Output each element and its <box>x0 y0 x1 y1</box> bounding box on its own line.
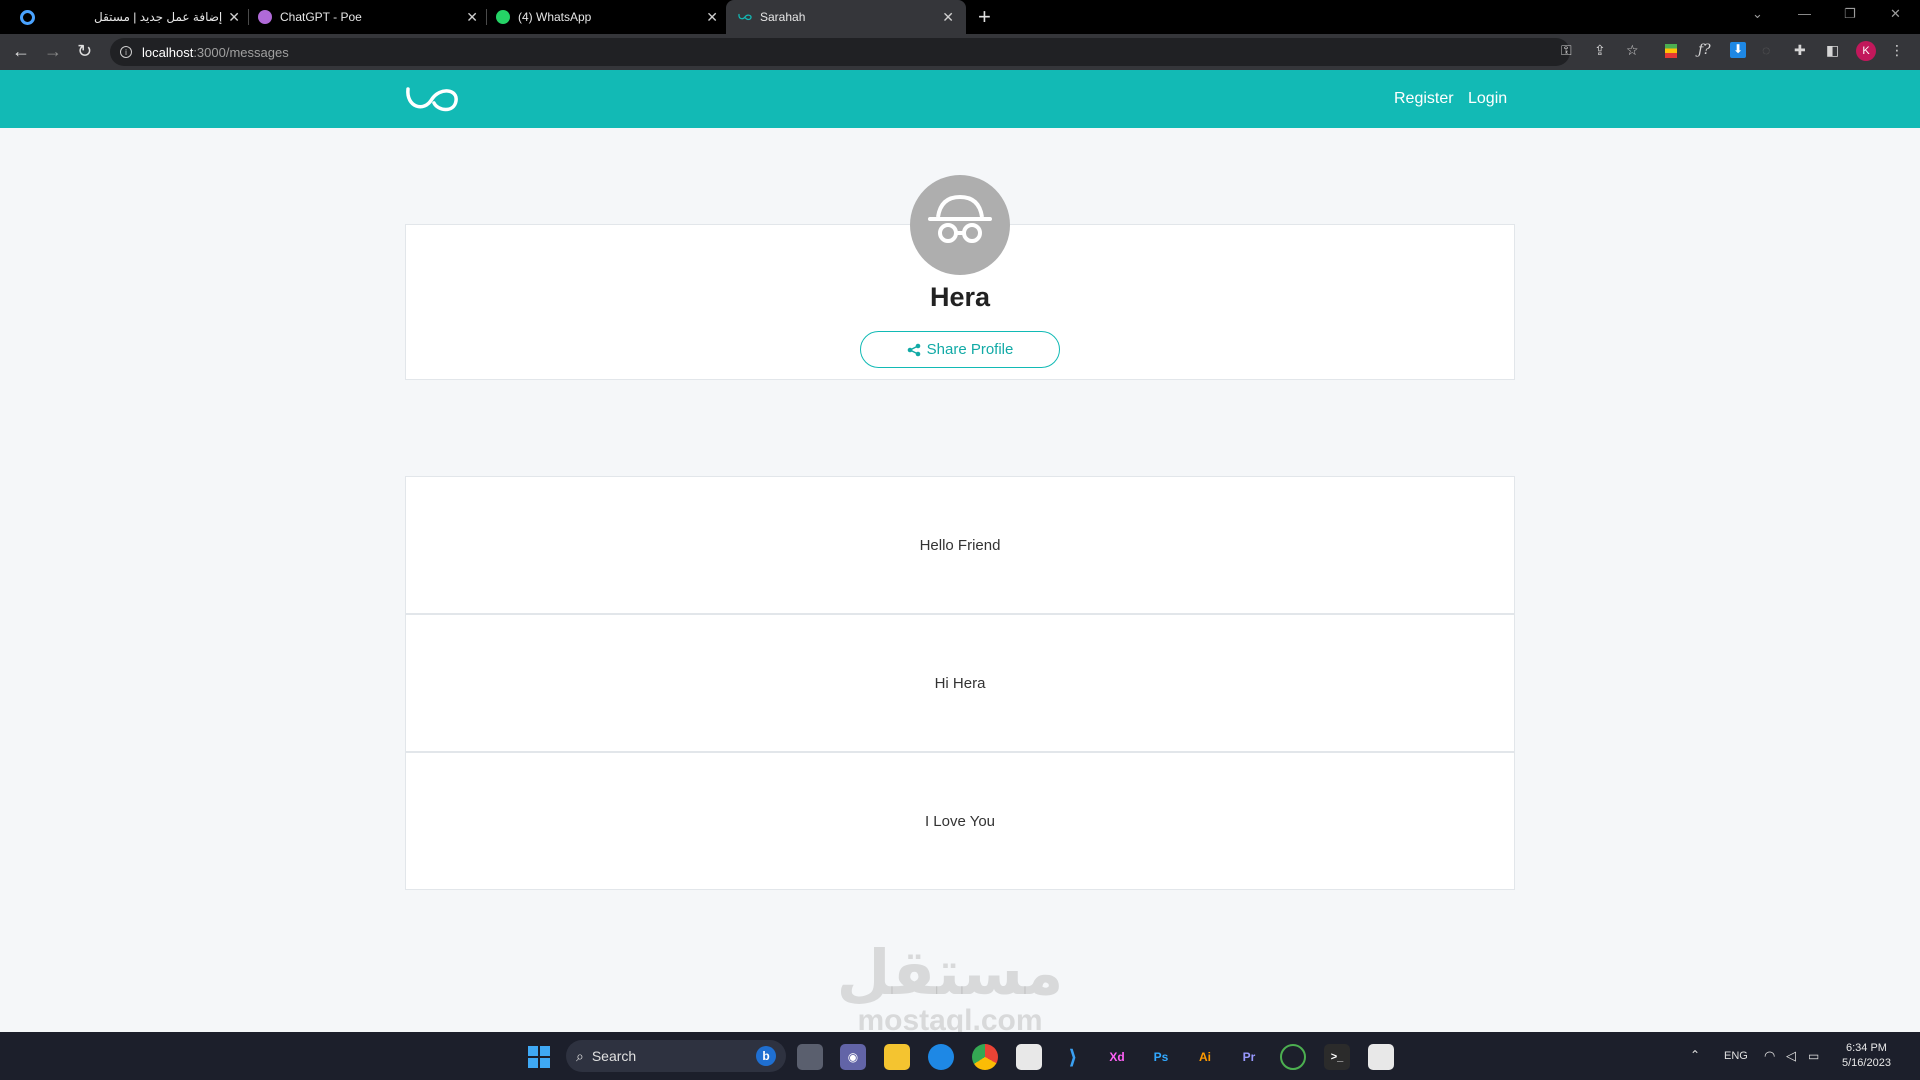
avatar <box>910 175 1010 275</box>
windows-taskbar: ⌕ Search b ◉ ⟩ Xd Ps Ai Pr >_ ⌃ ENG ◠ ◁ … <box>0 1032 1920 1080</box>
message-text: Hi Hera <box>934 674 986 692</box>
site-info-icon[interactable]: i <box>120 46 132 58</box>
teams-chat-icon[interactable]: ◉ <box>840 1044 866 1070</box>
message-card: Hi Hera <box>405 614 1515 752</box>
message-text: Hello Friend <box>919 536 1001 554</box>
premiere-icon[interactable]: Pr <box>1236 1044 1262 1070</box>
watermark-arabic: مستقل <box>836 936 1064 1009</box>
forward-arrow-icon[interactable]: → <box>44 41 62 62</box>
site-navbar: Register Login <box>0 70 1920 128</box>
message-card: Hello Friend <box>405 476 1515 614</box>
tab-title: إضافة عمل جديد | مستقل <box>94 10 223 24</box>
restore-icon[interactable]: ❐ <box>1844 6 1856 22</box>
terminal-icon[interactable]: >_ <box>1324 1044 1350 1070</box>
back-arrow-icon[interactable]: ← <box>12 41 30 62</box>
register-link[interactable]: Register <box>1394 90 1454 108</box>
extension-disabled-icon[interactable]: ◌ <box>1762 42 1770 58</box>
ms-store-icon[interactable] <box>1016 1044 1042 1070</box>
tab-separator <box>248 9 249 25</box>
profile-name: Hera <box>929 282 991 312</box>
url-path: :3000/messages <box>193 44 289 60</box>
bookmark-star-icon[interactable]: ☆ <box>1626 42 1639 59</box>
taskbar-search-label: Search <box>591 1048 637 1064</box>
camtasia-icon[interactable] <box>1280 1044 1306 1070</box>
tab-search-icon[interactable]: ⌄ <box>1752 6 1763 22</box>
browser-tab-strip: إضافة عمل جديد | مستقل ✕ ChatGPT - Poe ✕… <box>0 0 1920 34</box>
incognito-icon <box>928 194 992 243</box>
clock-time: 6:34 PM <box>1845 1042 1887 1054</box>
tab-whatsapp[interactable]: (4) WhatsApp ✕ <box>496 0 718 34</box>
close-icon[interactable]: ✕ <box>466 9 478 26</box>
close-icon[interactable]: ✕ <box>942 9 954 26</box>
bing-icon[interactable]: b <box>756 1046 776 1066</box>
close-icon[interactable]: ✕ <box>706 9 718 26</box>
whatsapp-favicon-icon <box>496 10 510 24</box>
poe-favicon-icon <box>258 10 272 24</box>
photoshop-icon[interactable]: Ps <box>1148 1044 1174 1070</box>
browser-toolbar: ← → ↻ i localhost:3000/messages ⚿ ⇪ ☆ ƒ?… <box>0 34 1920 70</box>
side-panel-icon[interactable]: ◧ <box>1826 42 1839 59</box>
taskbar-search[interactable]: ⌕ Search b <box>566 1040 786 1072</box>
key-icon[interactable]: ⚿ <box>1561 42 1572 59</box>
vscode-icon[interactable]: ⟩ <box>1060 1044 1086 1070</box>
tray-overflow-icon[interactable]: ⌃ <box>1690 1048 1700 1062</box>
task-view-icon[interactable] <box>797 1044 823 1070</box>
volume-icon[interactable]: ◁ <box>1786 1048 1796 1064</box>
minimize-icon[interactable]: — <box>1798 6 1811 21</box>
download-extension-icon[interactable]: ⬇ <box>1730 42 1746 58</box>
edge-browser-icon[interactable] <box>928 1044 954 1070</box>
ps-label: Ps <box>1153 1050 1169 1064</box>
clock-date: 5/16/2023 <box>1842 1057 1891 1069</box>
pr-label: Pr <box>1242 1050 1256 1064</box>
login-link[interactable]: Login <box>1468 90 1507 108</box>
close-icon[interactable]: ✕ <box>228 9 240 26</box>
file-explorer-icon[interactable] <box>884 1044 910 1070</box>
sarahah-favicon-icon <box>738 13 752 21</box>
extensions-puzzle-icon[interactable]: ✚ <box>1794 42 1806 59</box>
profile-avatar[interactable]: K <box>1856 41 1876 61</box>
language-indicator[interactable]: ENG <box>1724 1050 1748 1062</box>
tab-title: (4) WhatsApp <box>518 10 592 24</box>
snipping-tool-icon[interactable] <box>1368 1044 1394 1070</box>
share-profile-button[interactable]: Share Profile <box>860 331 1060 368</box>
wifi-icon[interactable]: ◠ <box>1764 1048 1775 1064</box>
mostaql-watermark: مستقل mostaql.com <box>820 940 1080 1036</box>
window-close-icon[interactable]: ✕ <box>1890 6 1901 22</box>
sarahah-logo[interactable] <box>404 83 460 115</box>
tab-mostaql[interactable]: إضافة عمل جديد | مستقل ✕ <box>90 0 240 34</box>
message-card: I Love You <box>405 752 1515 890</box>
xd-label: Xd <box>1109 1050 1125 1064</box>
reload-icon[interactable]: ↻ <box>77 41 92 62</box>
address-bar[interactable]: i localhost:3000/messages <box>110 38 1570 66</box>
taskbar-clock[interactable]: 6:34 PM 5/16/2023 <box>1842 1041 1891 1071</box>
tab-sarahah[interactable]: Sarahah ✕ <box>726 0 966 34</box>
search-icon: ⌕ <box>576 1047 584 1064</box>
extension-formula-icon[interactable]: ƒ? <box>1698 42 1711 58</box>
ai-label: Ai <box>1199 1050 1211 1064</box>
tab-separator <box>486 9 487 25</box>
url-host: localhost <box>142 44 194 60</box>
share-icon <box>907 343 920 356</box>
tab-title: Sarahah <box>760 10 806 24</box>
new-tab-icon[interactable]: + <box>978 4 991 30</box>
share-page-icon[interactable]: ⇪ <box>1594 42 1606 59</box>
chrome-menu-icon[interactable]: ⋮ <box>1890 42 1904 59</box>
illustrator-icon[interactable]: Ai <box>1192 1044 1218 1070</box>
xd-icon[interactable]: Xd <box>1104 1044 1130 1070</box>
extension-colors-icon[interactable] <box>1665 44 1677 58</box>
chrome-icon[interactable] <box>972 1044 998 1070</box>
battery-icon[interactable]: ▭ <box>1808 1049 1819 1063</box>
windows-start-icon[interactable] <box>528 1046 550 1068</box>
tab-chatgpt-poe[interactable]: ChatGPT - Poe ✕ <box>258 0 478 34</box>
tab-title: ChatGPT - Poe <box>280 10 362 24</box>
message-text: I Love You <box>924 812 996 830</box>
browser-menu-icon[interactable] <box>20 10 35 25</box>
share-profile-label: Share Profile <box>926 341 1014 358</box>
